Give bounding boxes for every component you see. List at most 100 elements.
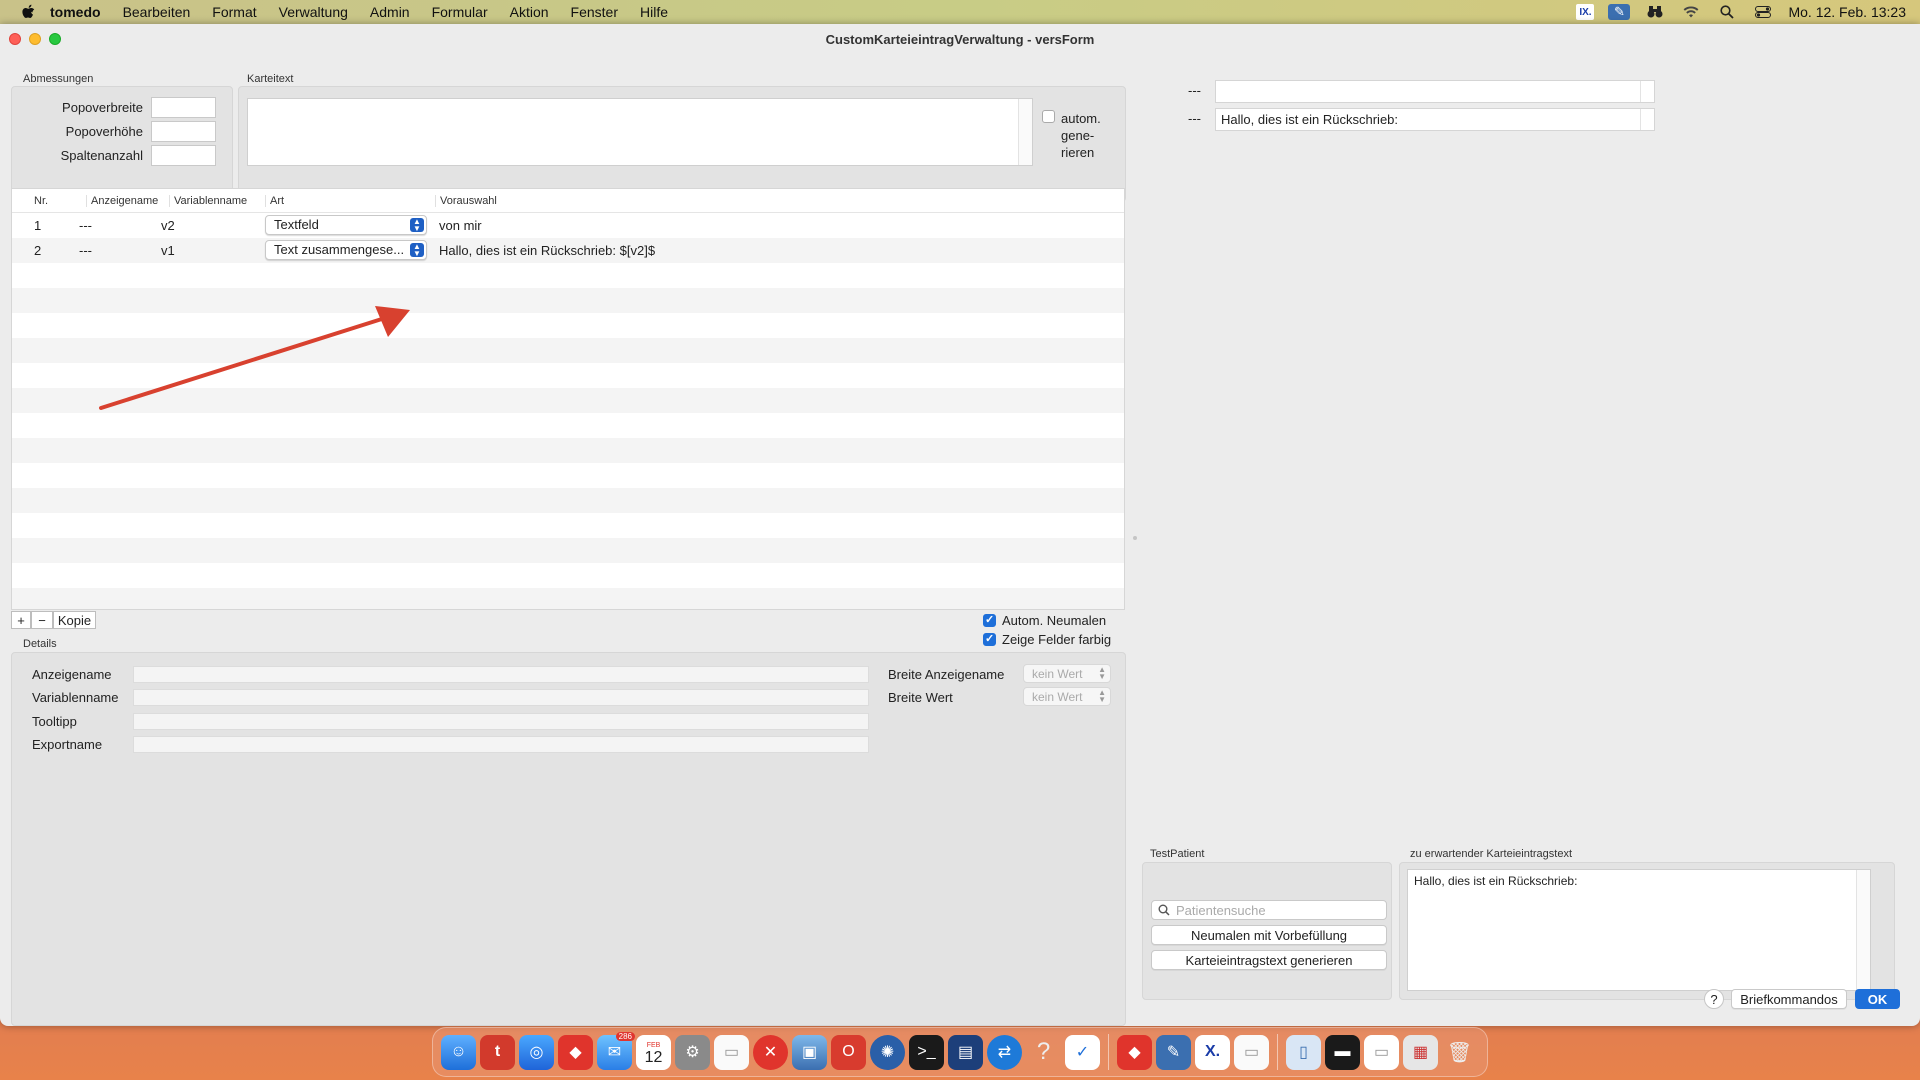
column-header-variablenname[interactable]: Variablenname (169, 195, 247, 207)
mail-icon[interactable]: ✉ 286 (597, 1031, 635, 1070)
cell-anzeigename: --- (79, 243, 92, 258)
pen-app-icon[interactable]: ✎ (1156, 1034, 1191, 1070)
remote-desktop-icon[interactable]: ✕ (753, 1034, 788, 1070)
system-settings-icon[interactable]: ⚙ (675, 1034, 710, 1070)
remove-row-button[interactable]: − (31, 611, 53, 629)
column-header-nr[interactable]: Nr. (34, 195, 48, 207)
autom-neumalen-label: Autom. Neumalen (1002, 613, 1107, 628)
karteieintragstext-generieren-button[interactable]: Karteieintragstext generieren (1151, 950, 1387, 970)
textedit-icon[interactable]: ▭ (714, 1034, 749, 1070)
binoculars-icon[interactable] (1644, 4, 1666, 20)
karteitext-scrollbar[interactable] (1018, 99, 1032, 165)
detail-tooltipp-input[interactable] (133, 713, 869, 730)
ok-button[interactable]: OK (1855, 989, 1900, 1009)
window-minimize-button[interactable] (29, 33, 41, 45)
popoverbreite-input[interactable] (151, 97, 216, 118)
preview-row2-field[interactable]: Hallo, dies ist ein Rückschrieb: (1215, 108, 1655, 131)
x-connect-icon[interactable]: X. (1195, 1034, 1230, 1070)
screen-sharing-icon[interactable]: ▤ (948, 1034, 983, 1070)
table-row-empty (12, 563, 1124, 588)
cell-vorauswahl[interactable]: Hallo, dies ist ein Rückschrieb: $[v2]$ (439, 243, 655, 258)
menu-app-tomedo[interactable]: tomedo (50, 4, 101, 20)
preview-icon[interactable]: ▣ (792, 1034, 827, 1070)
document-icon[interactable]: ▭ (1234, 1034, 1269, 1070)
preview-row2-scrollbar[interactable] (1640, 109, 1654, 130)
column-header-vorauswahl[interactable]: Vorauswahl (435, 195, 497, 207)
table-row-empty (12, 513, 1124, 538)
art-popup-label: Textfeld (274, 217, 319, 232)
menu-admin[interactable]: Admin (370, 4, 410, 20)
split-view-divider[interactable] (1133, 536, 1137, 540)
downloads-folder-icon[interactable]: ▯ (1286, 1034, 1321, 1070)
preview-row1-field[interactable] (1215, 80, 1655, 103)
help-viewer-icon[interactable]: ? (1026, 1035, 1061, 1070)
autom-generieren-label-2: gene- (1061, 128, 1095, 143)
window-thumbnail-icon[interactable]: ▭ (1364, 1034, 1399, 1070)
safari-icon[interactable]: ◎ (519, 1034, 554, 1070)
patient-search-input[interactable]: Patientensuche (1151, 900, 1387, 920)
menu-aktion[interactable]: Aktion (510, 4, 549, 20)
popoverhoehe-input[interactable] (151, 121, 216, 142)
preview-row1-scrollbar[interactable] (1640, 81, 1654, 102)
detail-exportname-input[interactable] (133, 736, 869, 753)
neumalen-vorbefuellung-button[interactable]: Neumalen mit Vorbefüllung (1151, 925, 1387, 945)
menu-formular[interactable]: Formular (432, 4, 488, 20)
zeige-farbig-checkbox[interactable] (983, 632, 996, 646)
cell-vorauswahl[interactable]: von mir (439, 218, 482, 233)
window-close-button[interactable] (9, 33, 21, 45)
zeige-farbig-label: Zeige Felder farbig (1002, 632, 1112, 647)
zeige-farbig-option[interactable]: Zeige Felder farbig (983, 632, 1111, 647)
anydesk-running-icon[interactable]: ◆ (1117, 1034, 1152, 1070)
wifi-icon[interactable] (1680, 4, 1702, 20)
spotlight-search-icon[interactable] (1716, 4, 1738, 20)
table-row[interactable]: 2 --- v1 Text zusammengese... ▲ ▼ Hallo, … (12, 238, 1124, 263)
table-row-empty (12, 488, 1124, 513)
tasks-icon[interactable]: ✓ (1065, 1034, 1100, 1070)
detail-anzeigename-input[interactable] (133, 666, 869, 683)
anydesk-icon[interactable]: ◆ (558, 1034, 593, 1070)
art-popup-button[interactable]: Textfeld ▲ ▼ (265, 215, 427, 235)
table-row[interactable]: 1 --- v2 Textfeld ▲ ▼ von mir (12, 213, 1124, 238)
help-button[interactable]: ? (1704, 989, 1724, 1009)
autom-neumalen-option[interactable]: Autom. Neumalen (983, 613, 1106, 628)
copy-row-button[interactable]: Kopie (53, 611, 96, 629)
autom-neumalen-checkbox[interactable] (983, 613, 996, 627)
column-header-art[interactable]: Art (265, 195, 284, 207)
menu-bearbeiten[interactable]: Bearbeiten (123, 4, 191, 20)
ix-status-icon[interactable]: IX. (1576, 4, 1595, 20)
menu-format[interactable]: Format (212, 4, 256, 20)
art-popup-button[interactable]: Text zusammengese... ▲ ▼ (265, 240, 427, 260)
teamviewer-icon[interactable]: ⇄ (987, 1034, 1022, 1070)
pen-status-icon[interactable]: ✎ (1608, 4, 1631, 20)
karteitext-textarea[interactable] (247, 98, 1033, 166)
detail-variablenname-input[interactable] (133, 689, 869, 706)
terminal-icon[interactable]: >_ (909, 1034, 944, 1070)
network-icon[interactable]: ✺ (870, 1034, 905, 1070)
briefkommandos-button[interactable]: Briefkommandos (1731, 989, 1847, 1009)
breite-wert-stepper[interactable]: kein Wert ▲ ▼ (1023, 687, 1111, 706)
window-maximize-button[interactable] (49, 33, 61, 45)
menubar-clock[interactable]: Mo. 12. Feb. 13:23 (1788, 4, 1906, 20)
finder-icon[interactable]: ☺ (441, 1034, 476, 1070)
tomedo-icon[interactable]: t (480, 1034, 515, 1070)
menu-hilfe[interactable]: Hilfe (640, 4, 668, 20)
trash-icon[interactable]: 🗑 (1442, 1035, 1477, 1070)
expected-text-scrollbar[interactable] (1856, 870, 1870, 990)
spaltenanzahl-input[interactable] (151, 145, 216, 166)
calendar-icon[interactable]: FEB 12 (636, 1034, 671, 1070)
mail-badge: 286 (615, 1031, 635, 1041)
menu-verwaltung[interactable]: Verwaltung (279, 4, 348, 20)
add-row-button[interactable]: + (11, 611, 31, 629)
expected-text-area[interactable]: Hallo, dies ist ein Rückschrieb: (1407, 869, 1871, 991)
office-icon[interactable]: O (831, 1034, 866, 1070)
cell-nr: 1 (34, 218, 42, 233)
terminal-window-icon[interactable]: ▬ (1325, 1034, 1360, 1070)
column-header-anzeigename[interactable]: Anzeigename (86, 195, 158, 207)
menu-fenster[interactable]: Fenster (571, 4, 618, 20)
apple-icon[interactable] (18, 2, 38, 22)
control-center-icon[interactable] (1752, 4, 1774, 20)
autom-generieren-checkbox[interactable] (1042, 110, 1055, 123)
window-thumbnail-2-icon[interactable]: ▦ (1403, 1034, 1438, 1070)
breite-anzeigename-stepper[interactable]: kein Wert ▲ ▼ (1023, 664, 1111, 683)
abmessungen-label: Abmessungen (23, 73, 94, 85)
